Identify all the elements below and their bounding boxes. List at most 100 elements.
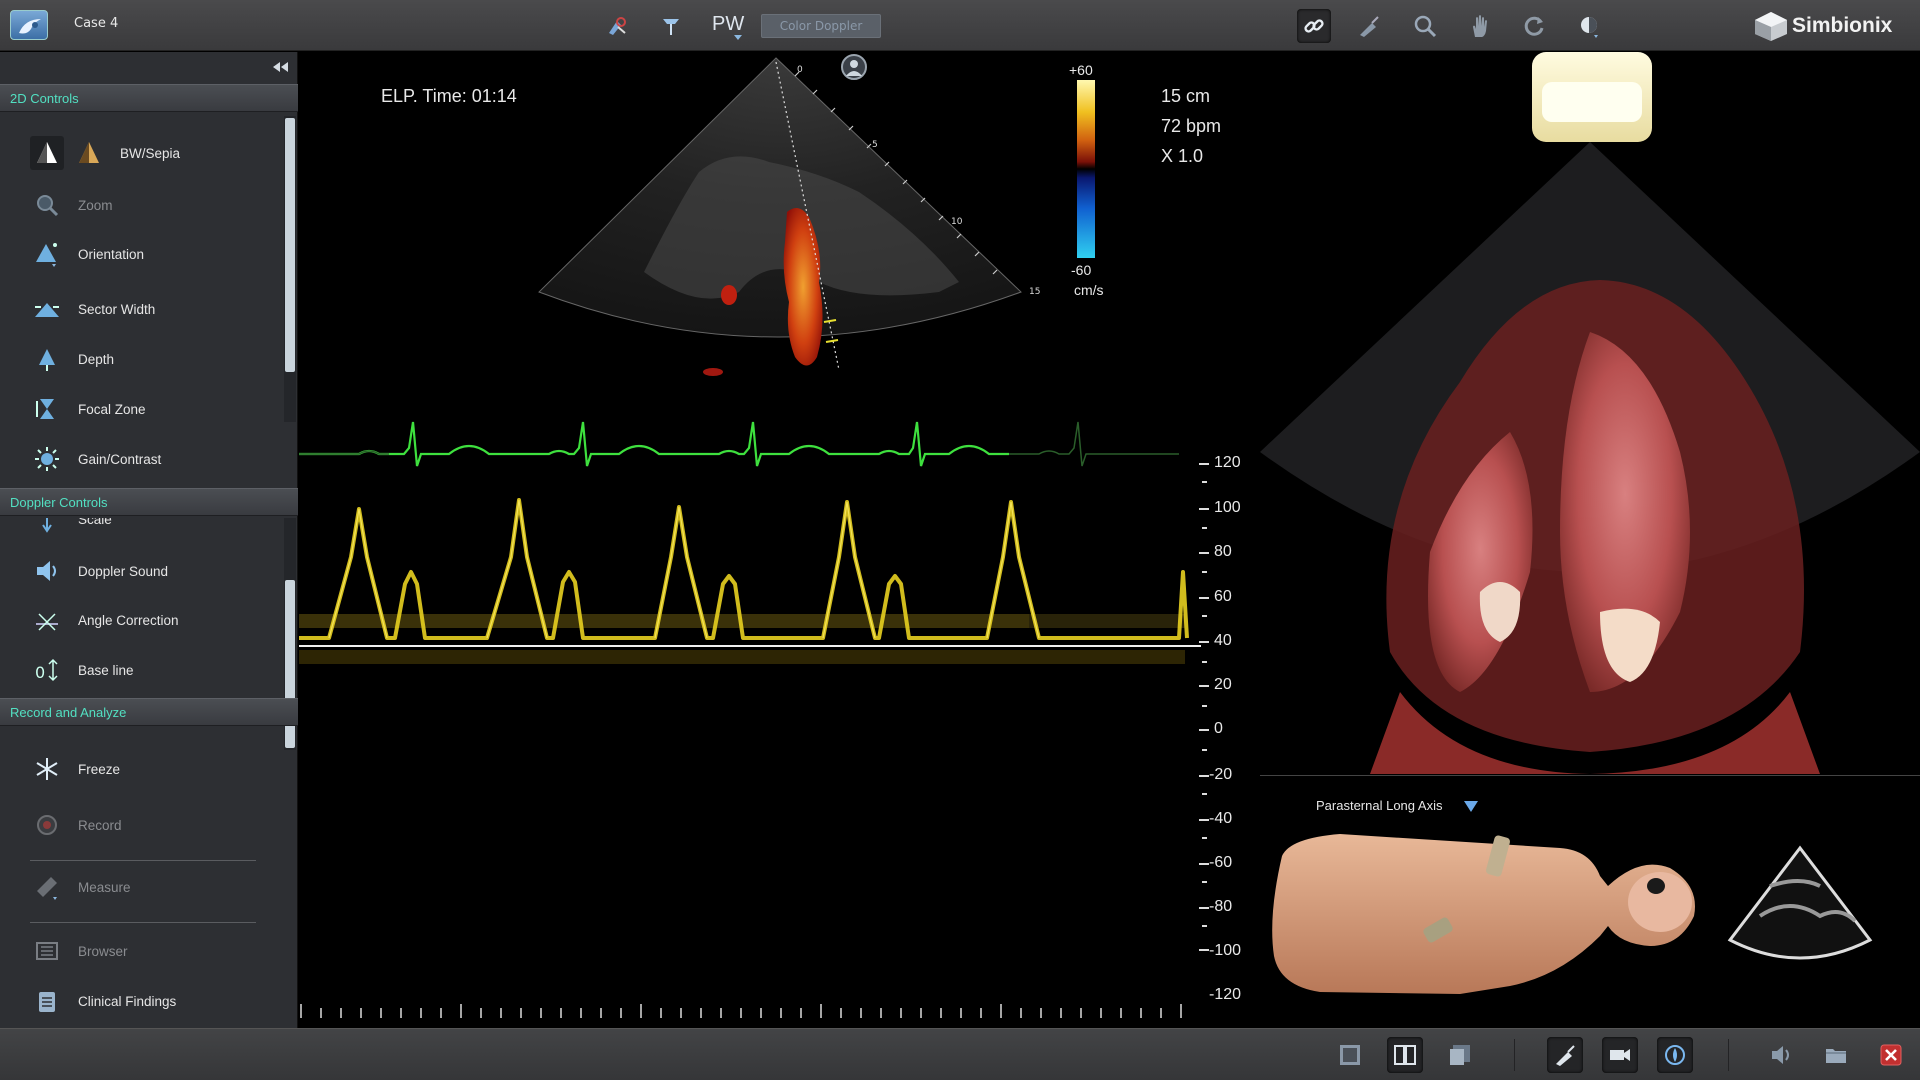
doppler-sound-control[interactable]: Doppler Sound <box>30 554 270 588</box>
color-doppler-button[interactable]: Color Doppler <box>761 14 881 38</box>
dual-view-icon[interactable] <box>1387 1037 1423 1073</box>
sample-gate-mark <box>825 339 839 343</box>
app-menu-icon[interactable] <box>10 10 48 40</box>
velocity-axis-label: -120 <box>1209 986 1242 1003</box>
toolbar-separator <box>1728 1039 1729 1071</box>
orientation-icon <box>30 237 64 271</box>
probe-view-icon[interactable] <box>1547 1037 1583 1073</box>
camera-view-icon[interactable] <box>1602 1037 1638 1073</box>
browser-label: Browser <box>78 943 128 959</box>
depth-icon <box>30 342 64 376</box>
section-record-analyze[interactable]: Record and Analyze <box>0 698 298 726</box>
speaker-icon <box>30 554 64 588</box>
time-axis-ticks <box>300 1004 1182 1018</box>
pw-mode-button[interactable]: PW <box>712 13 744 36</box>
zoom-icon <box>30 188 64 222</box>
probe-icon[interactable] <box>1352 9 1386 43</box>
depth-readout: 15 cm <box>1161 86 1211 106</box>
ultrasound-view[interactable]: 0 5 10 15 ELP. Time: 01:14 +60 -60 cm/s … <box>299 52 1259 1028</box>
record-label: Record <box>78 817 122 833</box>
section-2d-controls[interactable]: 2D Controls <box>0 84 298 112</box>
browser-icon <box>30 934 64 968</box>
clinical-findings-control[interactable]: Clinical Findings <box>30 984 270 1018</box>
bottom-toolbar <box>0 1028 1920 1080</box>
angle-correction-label: Angle Correction <box>78 612 179 628</box>
collapse-panel-icon[interactable] <box>270 60 290 74</box>
mannequin-image <box>1272 834 1873 994</box>
single-view-icon[interactable] <box>1332 1037 1368 1073</box>
depth-tick-label: 0 <box>797 65 803 75</box>
contrast-icon[interactable] <box>1572 9 1606 43</box>
sector-width-control[interactable]: Sector Width <box>30 292 270 326</box>
sound-icon[interactable] <box>1763 1037 1799 1073</box>
heart-rate-readout: 72 bpm <box>1161 116 1222 136</box>
sector-width-label: Sector Width <box>78 301 156 317</box>
scrollbar-thumb-2d[interactable] <box>285 118 295 372</box>
brand-logo: Simbionix <box>1752 10 1892 42</box>
hand-icon[interactable] <box>1463 9 1497 43</box>
overlay-view-icon[interactable] <box>1442 1037 1478 1073</box>
measure-label: Measure <box>78 879 131 895</box>
focal-zone-control[interactable]: Focal Zone <box>30 392 270 426</box>
gain-contrast-icon <box>30 442 64 476</box>
bw-icon[interactable] <box>30 136 64 170</box>
cursor-probe-icon[interactable] <box>654 9 688 43</box>
folder-icon[interactable] <box>1818 1037 1854 1073</box>
velocity-axis-label: 0 <box>1214 720 1223 737</box>
ultrasound-canvas[interactable]: 0 5 10 15 <box>299 52 1259 1028</box>
sector-width-icon <box>30 292 64 326</box>
doppler-sound-label: Doppler Sound <box>78 563 169 579</box>
link-icon[interactable] <box>1297 9 1331 43</box>
spectral-noise-band <box>299 614 1029 628</box>
sector-thumbnail <box>1727 845 1873 960</box>
browser-control[interactable]: Browser <box>30 934 270 968</box>
record-control[interactable]: Record <box>30 808 270 842</box>
color-scale-max: +60 <box>1069 62 1093 78</box>
probe-tip-glow <box>1542 82 1642 122</box>
velocity-axis-label: -80 <box>1209 898 1233 915</box>
user-icon[interactable] <box>841 54 867 80</box>
depth-control[interactable]: Depth <box>30 342 270 376</box>
ecg-trace <box>299 421 1009 467</box>
top-toolbar: Case 4 PW Color Doppler Simbionix <box>0 0 1920 51</box>
heart-model[interactable] <box>1260 52 1920 774</box>
baseline-icon: 0 <box>30 653 64 687</box>
section-doppler-controls[interactable]: Doppler Controls <box>0 488 298 516</box>
depth-tick-label: 5 <box>872 140 878 150</box>
velocity-axis-label: -100 <box>1209 942 1242 959</box>
zoom-readout: X 1.0 <box>1161 146 1204 166</box>
focal-zone-label: Focal Zone <box>78 401 146 417</box>
velocity-axis-label: 40 <box>1214 632 1232 649</box>
spectral-noise-band <box>1029 614 1185 628</box>
color-scale-unit: cm/s <box>1074 282 1104 298</box>
rotate-icon[interactable] <box>1517 9 1551 43</box>
depth-tick-label: 15 <box>1029 287 1040 297</box>
velocity-axis-label: 120 <box>1214 454 1241 471</box>
divider <box>30 860 256 861</box>
zoom-icon[interactable] <box>1408 9 1442 43</box>
focal-zone-icon <box>30 392 64 426</box>
angle-correction-control[interactable]: Angle Correction <box>30 603 270 637</box>
zoom-control[interactable]: Zoom <box>30 188 270 222</box>
velocity-axis-label: -60 <box>1209 854 1233 871</box>
gain-contrast-control[interactable]: Gain/Contrast <box>30 442 270 476</box>
clinical-findings-label: Clinical Findings <box>78 993 177 1009</box>
baseline-control[interactable]: 0 Base line <box>30 653 270 687</box>
sepia-icon[interactable] <box>72 136 106 170</box>
bw-sepia-control[interactable]: BW/Sepia <box>30 136 270 170</box>
scale-control[interactable]: Scale <box>30 518 270 536</box>
anatomy-3d-view[interactable] <box>1260 52 1920 774</box>
elapsed-time: ELP. Time: 01:14 <box>381 86 517 106</box>
close-icon[interactable] <box>1873 1037 1909 1073</box>
orientation-control[interactable]: Orientation <box>30 237 270 271</box>
freeze-control[interactable]: Freeze <box>30 752 270 786</box>
mouth <box>1647 878 1665 894</box>
measure-control[interactable]: Measure <box>30 870 270 904</box>
anatomy-view-icon[interactable] <box>1657 1037 1693 1073</box>
velocity-axis-label: -20 <box>1209 766 1233 783</box>
scale-icon <box>30 518 64 536</box>
chevron-down-icon[interactable] <box>734 35 742 40</box>
probe-position-view[interactable]: Parasternal Long Axis <box>1260 775 1920 1028</box>
velocity-axis-label: -40 <box>1209 810 1233 827</box>
probe-settings-icon[interactable] <box>600 9 634 43</box>
